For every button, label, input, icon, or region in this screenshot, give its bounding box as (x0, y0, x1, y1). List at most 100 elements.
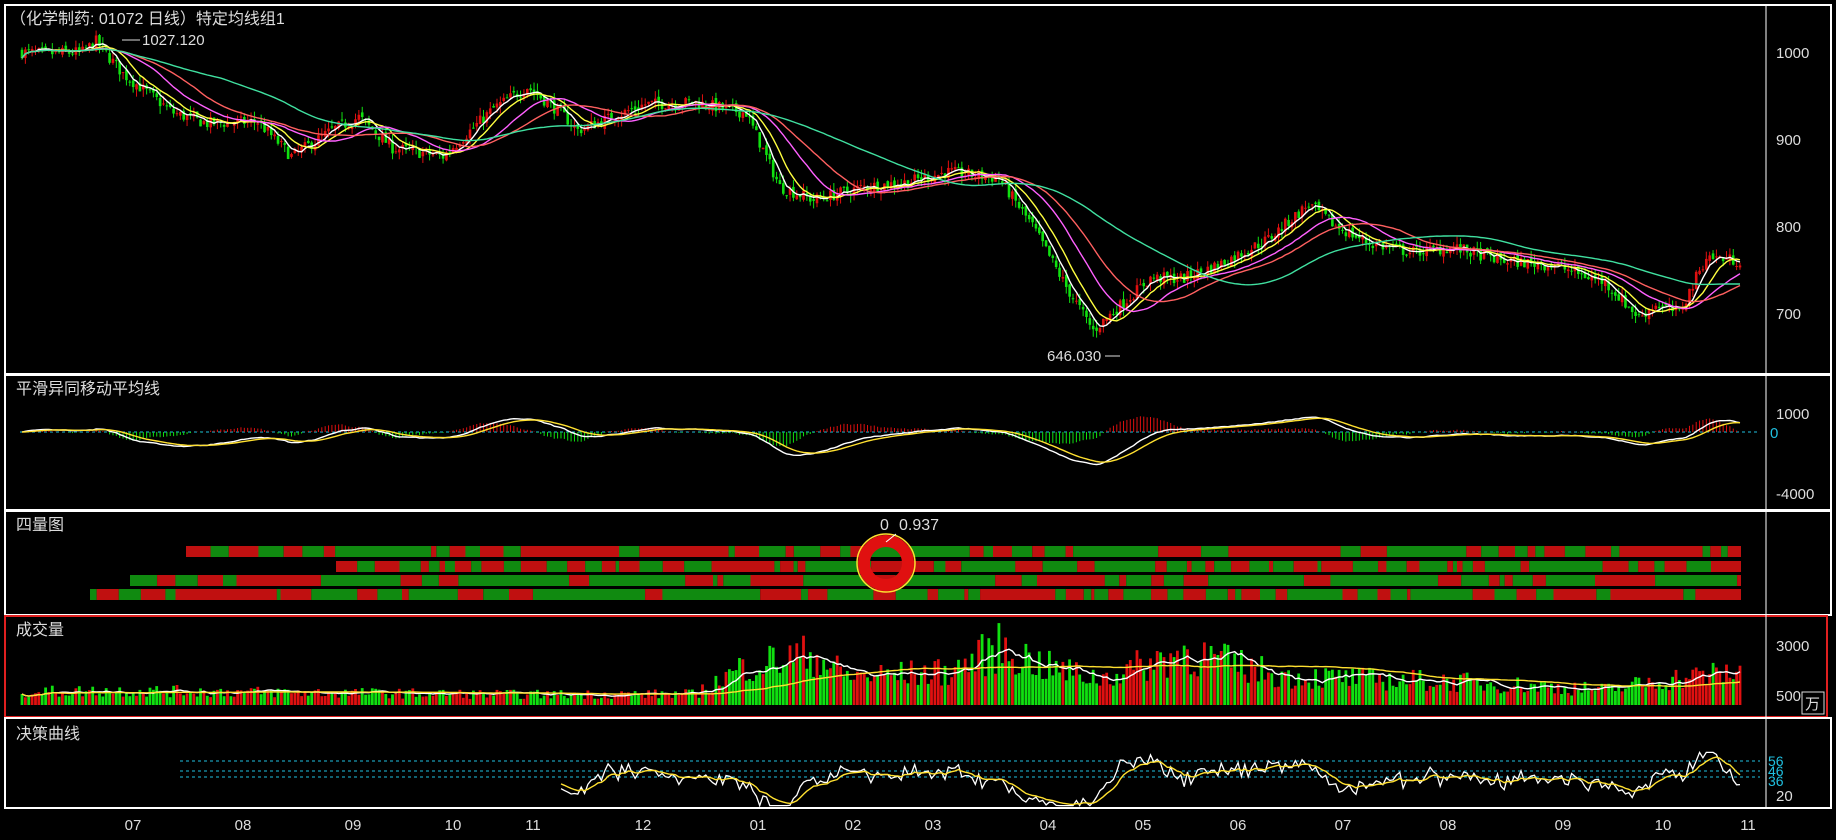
volume-bar (893, 672, 896, 705)
candle-body (758, 132, 762, 148)
volume-bar (455, 693, 458, 705)
x-tick-06: 06 (1230, 817, 1247, 834)
macd-panel[interactable] (4, 374, 1832, 511)
dec-tick-36: 36 (1768, 773, 1784, 789)
volume-bar (795, 643, 799, 705)
candle-body (1694, 271, 1698, 290)
candle-body (876, 181, 879, 192)
quad-segment-0 (867, 546, 970, 557)
candle-body (340, 119, 344, 121)
volume-bar (1000, 663, 1004, 705)
unit-label[interactable]: 万 (1805, 696, 1820, 713)
quad-segment-3 (1055, 589, 1066, 600)
volume-bar (1034, 675, 1038, 705)
volume-bar (569, 694, 573, 705)
main-panel[interactable] (4, 4, 1832, 375)
volume-bar (1135, 650, 1139, 705)
volume-bar (367, 694, 371, 705)
candle-body (455, 147, 458, 151)
quad-segment-1 (1529, 561, 1603, 572)
quad-segment-1 (1386, 561, 1407, 572)
volume-bar (926, 683, 930, 705)
quad-segment-0 (840, 546, 851, 557)
candle-body (1240, 253, 1243, 257)
volume-bar (744, 680, 748, 705)
candle-body (495, 103, 499, 108)
volume-bar (357, 694, 361, 705)
quad-segment-2 (458, 575, 570, 586)
quad-segment-1 (1520, 561, 1530, 572)
volume-bar (1661, 689, 1664, 705)
quad-segment-3 (1260, 589, 1276, 600)
volume-bar (1044, 678, 1048, 705)
volume-bar (91, 686, 95, 705)
volume-bar (1310, 688, 1314, 705)
candle-body (950, 168, 954, 170)
candle-body (1206, 266, 1210, 275)
quad-segment-1 (445, 561, 455, 572)
volume-bar (542, 695, 546, 705)
volume-bar (1583, 681, 1587, 705)
stock-chart[interactable]: （化学制药: 01072 日线）特定均线组1 平滑异同移动平均线 四量图 成交量… (0, 0, 1836, 840)
quad-segment-2 (995, 575, 1022, 586)
candle-body (1610, 292, 1614, 294)
volume-bar (1331, 669, 1334, 705)
quad-segment-3 (1695, 589, 1741, 600)
x-tick-10a: 10 (445, 817, 462, 834)
volume-bar (909, 660, 913, 705)
volume-bar (1482, 690, 1486, 705)
quad-segment-0 (639, 546, 729, 557)
volume-bar (330, 692, 334, 705)
candle-body (222, 124, 226, 127)
decision-panel[interactable] (4, 717, 1832, 809)
candle-body (1095, 327, 1098, 331)
volume-bar (1381, 681, 1385, 705)
volume-bar (303, 691, 307, 705)
x-tick-01: 01 (750, 817, 767, 834)
candle-body (1721, 258, 1725, 262)
candle-body (475, 122, 479, 127)
volume-bar (1307, 682, 1311, 705)
quad-segment-2 (1021, 575, 1037, 586)
volume-bar (963, 658, 967, 705)
volume-bar (1186, 649, 1189, 705)
candle-body (1041, 231, 1044, 242)
candle-body (199, 119, 202, 127)
quad-segment-1 (1187, 561, 1192, 572)
quad-segment-1 (711, 561, 775, 572)
candle-body (940, 172, 943, 174)
volume-bar (411, 688, 415, 705)
volume-bar (424, 696, 428, 705)
volume-bar (195, 696, 199, 705)
quad-segment-0 (1466, 546, 1482, 557)
volume-bar (1300, 685, 1304, 705)
quad-segment-2 (717, 575, 724, 586)
volume-bar (1580, 692, 1584, 705)
quad-segment-0 (449, 546, 466, 557)
volume-bar (74, 688, 78, 705)
volume-bar (172, 685, 175, 705)
candle-body (650, 100, 654, 102)
volume-bar (1290, 688, 1294, 705)
candle-body (202, 121, 206, 125)
volume-bar (384, 694, 388, 705)
volume-bar (1256, 681, 1260, 705)
volume-bar (1421, 680, 1425, 705)
candle-body (263, 123, 266, 133)
volume-bar (788, 645, 792, 705)
volume-bar (1085, 683, 1088, 705)
quad-segment-3 (1167, 589, 1184, 600)
quad-segment-3 (96, 589, 119, 600)
macd-series (20, 416, 1760, 466)
candle-body (630, 108, 634, 110)
candle-body (1270, 236, 1274, 239)
volume-bar (994, 673, 997, 705)
quad-segment-2 (1330, 575, 1438, 586)
volume-bar (1587, 690, 1590, 705)
candle-body (1654, 305, 1658, 309)
volume-bar (1425, 690, 1429, 705)
volume-bar (1546, 687, 1550, 705)
volume-y-axis: 3000 500 万 (1776, 638, 1825, 715)
volume-bar (556, 695, 559, 705)
quad-segment-2 (236, 575, 321, 586)
